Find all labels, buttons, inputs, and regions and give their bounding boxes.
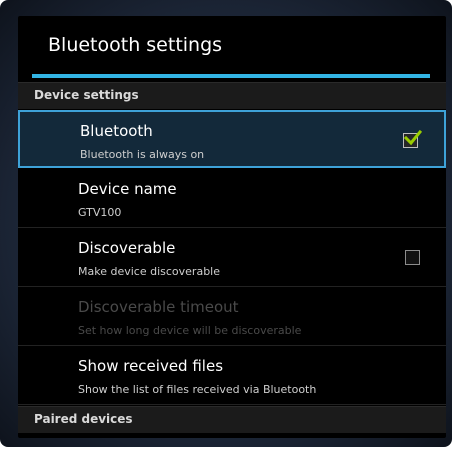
- bluetooth-checkbox[interactable]: [403, 129, 422, 148]
- pref-summary: Bluetooth is always on: [80, 148, 205, 161]
- pref-summary: Set how long device will be discoverable: [78, 324, 302, 337]
- checkmark-icon: [404, 129, 422, 146]
- pref-title: Device name: [78, 180, 177, 198]
- pref-show-received-files[interactable]: Show received files Show the list of fil…: [18, 347, 446, 405]
- window-frame: Bluetooth settings Device settings Bluet…: [0, 0, 452, 447]
- section-label: Paired devices: [34, 412, 133, 426]
- title-divider: [32, 74, 430, 78]
- pref-summary: GTV100: [78, 206, 122, 219]
- pref-title: Bluetooth: [80, 122, 153, 140]
- pref-bluetooth[interactable]: Bluetooth Bluetooth is always on: [18, 110, 446, 168]
- section-header-paired-devices: Paired devices: [18, 406, 446, 433]
- pref-summary: Make device discoverable: [78, 265, 220, 278]
- discoverable-checkbox[interactable]: [405, 250, 420, 265]
- pref-discoverable[interactable]: Discoverable Make device discoverable: [18, 229, 446, 287]
- pref-title: Discoverable: [78, 239, 176, 257]
- pref-title: Discoverable timeout: [78, 298, 239, 316]
- dialog-title: Bluetooth settings: [48, 34, 223, 56]
- section-label: Device settings: [34, 88, 139, 102]
- pref-discoverable-timeout: Discoverable timeout Set how long device…: [18, 288, 446, 346]
- bluetooth-settings-dialog: Bluetooth settings Device settings Bluet…: [18, 16, 446, 438]
- pref-summary: Show the list of files received via Blue…: [78, 383, 317, 396]
- pref-device-name[interactable]: Device name GTV100: [18, 170, 446, 228]
- section-header-device-settings: Device settings: [18, 82, 446, 109]
- pref-title: Show received files: [78, 357, 224, 375]
